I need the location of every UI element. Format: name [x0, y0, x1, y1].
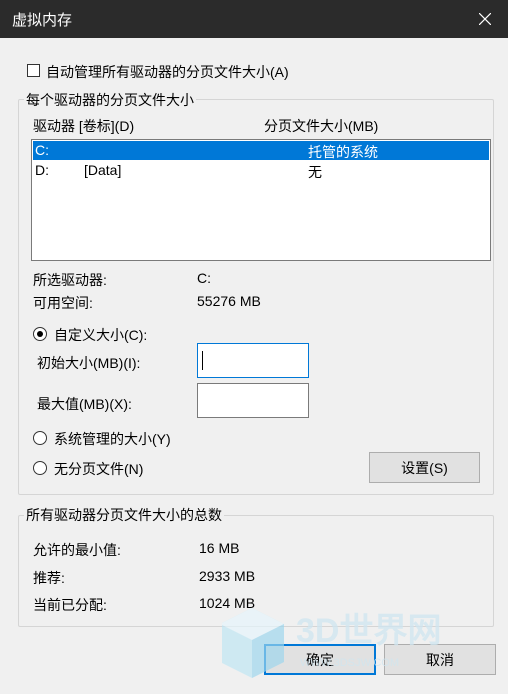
ok-button[interactable]: 确定 — [264, 644, 376, 675]
initial-size-label: 初始大小(MB)(I): — [37, 355, 141, 371]
auto-manage-checkbox[interactable] — [27, 64, 40, 77]
recommended-value: 2933 MB — [199, 568, 256, 584]
no-paging-file-radio[interactable] — [33, 461, 47, 475]
dialog-body: 自动管理所有驱动器的分页文件大小(A) 每个驱动器的分页文件大小 驱动器 [卷标… — [0, 38, 508, 694]
custom-size-radio[interactable] — [33, 327, 47, 341]
drive-row-d[interactable]: D: [Data] 无 — [33, 161, 489, 180]
column-header-drive: 驱动器 [卷标](D) — [33, 118, 135, 134]
free-space-label: 可用空间: — [33, 295, 93, 311]
system-managed-label[interactable]: 系统管理的大小(Y) — [54, 429, 171, 449]
cancel-button[interactable]: 取消 — [384, 644, 496, 675]
min-allowed-label: 允许的最小值: — [33, 542, 121, 558]
custom-size-label[interactable]: 自定义大小(C): — [54, 325, 147, 345]
free-space-value: 55276 MB — [197, 293, 261, 309]
drive-paging-size: 无 — [308, 164, 322, 180]
drive-list[interactable]: C: 托管的系统 D: [Data] 无 — [31, 139, 491, 261]
set-button-label: 设置(S) — [401, 459, 448, 476]
currently-allocated-label: 当前已分配: — [33, 597, 107, 613]
drive-letter: D: — [35, 162, 49, 178]
max-size-input[interactable] — [197, 383, 309, 418]
drive-volume-label: [Data] — [84, 162, 122, 178]
drive-letter: C: — [35, 142, 49, 158]
ok-button-label: 确定 — [306, 651, 334, 668]
per-drive-group-title: 每个驱动器的分页文件大小 — [24, 90, 196, 110]
initial-size-input[interactable] — [197, 343, 309, 378]
recommended-label: 推荐: — [33, 570, 65, 586]
window-title: 虚拟内存 — [12, 12, 73, 29]
selected-drive-label: 所选驱动器: — [33, 272, 107, 288]
min-allowed-value: 16 MB — [199, 540, 240, 556]
text-caret — [202, 351, 203, 370]
title-bar: 虚拟内存 — [0, 0, 508, 38]
totals-group-title: 所有驱动器分页文件大小的总数 — [24, 505, 224, 525]
set-button[interactable]: 设置(S) — [369, 452, 480, 483]
drive-row-c[interactable]: C: 托管的系统 — [33, 141, 489, 160]
close-icon — [479, 13, 491, 25]
system-managed-radio[interactable] — [33, 431, 47, 445]
currently-allocated-value: 1024 MB — [199, 595, 256, 611]
auto-manage-label[interactable]: 自动管理所有驱动器的分页文件大小(A) — [46, 62, 289, 82]
cancel-button-label: 取消 — [426, 651, 454, 668]
selected-drive-value: C: — [197, 270, 211, 286]
no-paging-file-label[interactable]: 无分页文件(N) — [54, 459, 143, 479]
column-header-size: 分页文件大小(MB) — [264, 118, 379, 134]
max-size-label: 最大值(MB)(X): — [37, 396, 132, 412]
close-button[interactable] — [462, 0, 508, 38]
drive-paging-size: 托管的系统 — [308, 144, 378, 160]
